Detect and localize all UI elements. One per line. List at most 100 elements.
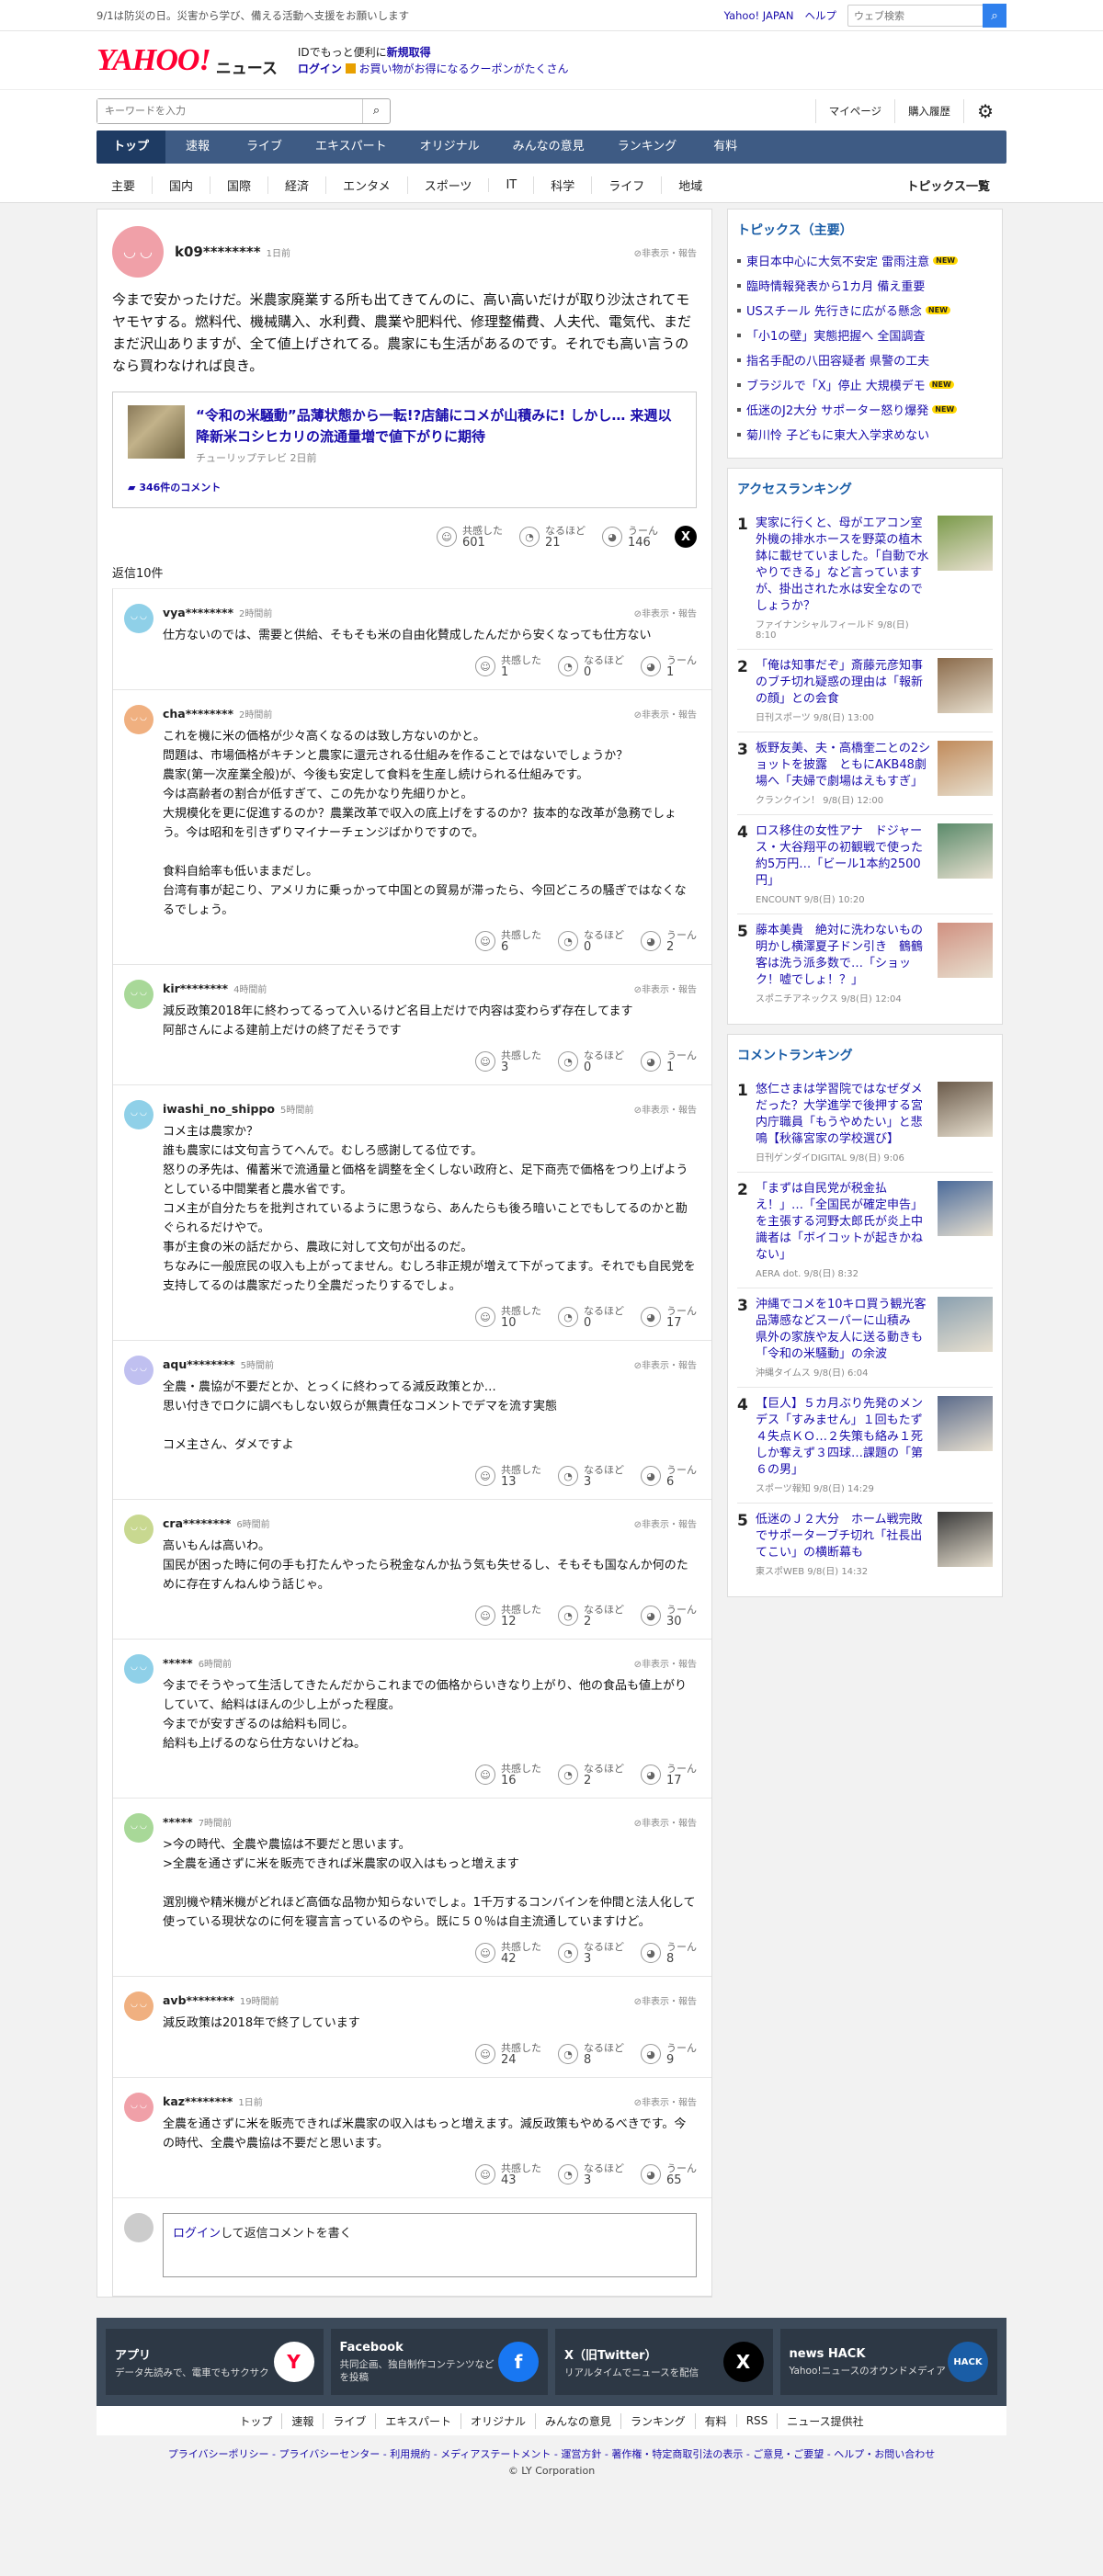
cnav-item[interactable]: スポーツ	[406, 176, 489, 194]
hide-report-link[interactable]: ⊘非表示・報告	[634, 1993, 697, 2007]
reply-user[interactable]: cra********	[163, 1516, 231, 1530]
signup-link[interactable]: 新規取得	[387, 46, 431, 59]
reply-user[interactable]: cha********	[163, 707, 233, 721]
uun-button[interactable]: ◕ うーん 8	[641, 1941, 697, 1965]
naruhodo-button[interactable]: ◔ なるほど 21	[519, 525, 586, 549]
footer-nav-item[interactable]: ライブ	[323, 2412, 375, 2429]
footer-nav-item[interactable]: ランキング	[620, 2412, 695, 2429]
gear-icon[interactable]: ⚙	[963, 98, 1006, 123]
kyokan-button[interactable]: ☺ 共感した 10	[475, 1305, 541, 1329]
footer-card[interactable]: X（旧Twitter） リアルタイムでニュースを配信 X	[555, 2329, 773, 2395]
rank-title[interactable]: 沖縄でコメを10キロ買う観光客 品薄感などスーパーに山積み 県外の家族や友人に送…	[756, 1297, 938, 1363]
footer-nav-item[interactable]: ニュース提供社	[777, 2412, 872, 2429]
footer-nav-item[interactable]: 有料	[694, 2412, 736, 2429]
purchase-history-link[interactable]: 購入履歴	[894, 98, 963, 123]
login-link[interactable]: ログイン	[298, 62, 342, 75]
gnav-item[interactable]: トップ	[97, 131, 166, 164]
footer-nav-item[interactable]: エキスパート	[375, 2412, 461, 2429]
web-search-button[interactable]: ⌕	[983, 4, 1006, 28]
rank-title[interactable]: 板野友美、夫・高橋奎二との2ショットを披露 ともにAKB48劇場へ「夫婦で劇場は…	[756, 741, 932, 790]
hide-report-link[interactable]: ⊘非表示・報告	[634, 982, 697, 995]
hide-report-link[interactable]: ⊘非表示・報告	[634, 1656, 697, 1670]
help-link[interactable]: ヘルプ	[805, 8, 837, 23]
topic-link[interactable]: 臨時情報発表から1カ月 備え重要	[737, 273, 993, 298]
cnav-item[interactable]: 経済	[267, 176, 325, 194]
hide-report-link[interactable]: ⊘非表示・報告	[634, 1357, 697, 1371]
ranking-item[interactable]: 3 板野友美、夫・高橋奎二との2ショットを披露 ともにAKB48劇場へ「夫婦で劇場…	[737, 732, 993, 815]
reply-user[interactable]: kaz********	[163, 2094, 233, 2108]
footer-card[interactable]: news HACK Yahoo!ニュースのオウンドメディア HACK	[779, 2329, 997, 2395]
naruhodo-button[interactable]: ◔ なるほど 3	[558, 1941, 624, 1965]
kyokan-button[interactable]: ☺ 共感した 12	[475, 1604, 541, 1628]
ranking-item[interactable]: 2 「俺は知事だぞ」斎藤元彦知事のブチ切れ疑惑の理由は「報新の顔」との会食 日刊スポ…	[737, 650, 993, 732]
uun-button[interactable]: ◕ うーん 1	[641, 1050, 697, 1073]
rank-title[interactable]: 「俺は知事だぞ」斎藤元彦知事のブチ切れ疑惑の理由は「報新の顔」との会食	[756, 658, 932, 708]
rank-title[interactable]: 「まずは自民党が税金払え！」…「全国民が確定申告」を主張する河野太郎氏が炎上中 …	[756, 1181, 935, 1264]
kyokan-button[interactable]: ☺ 共感した 6	[475, 929, 541, 953]
ranking-item[interactable]: 3 沖縄でコメを10キロ買う観光客 品薄感などスーパーに山積み 県外の家族や友人に…	[737, 1288, 993, 1388]
naruhodo-button[interactable]: ◔ なるほど 2	[558, 1604, 624, 1628]
gnav-item[interactable]: オリジナル	[404, 131, 496, 164]
reply-user[interactable]: *****	[163, 1815, 193, 1829]
search-icon[interactable]: ⌕	[362, 98, 390, 123]
cnav-item[interactable]: 主要	[97, 176, 152, 194]
gnav-item[interactable]: 速報	[165, 131, 230, 164]
cnav-item[interactable]: 国内	[152, 176, 210, 194]
footer-nav-item[interactable]: みんなの意見	[535, 2412, 620, 2429]
rank-title[interactable]: 低迷のＪ２大分 ホーム戦完敗でサポーターブチ切れ「社長出てこい」の横断幕も	[756, 1512, 932, 1561]
topic-link[interactable]: USスチール 先行きに広がる懸念 NEW	[737, 298, 993, 323]
naruhodo-button[interactable]: ◔ なるほど 0	[558, 929, 624, 953]
uun-button[interactable]: ◕ うーん 2	[641, 929, 697, 953]
naruhodo-button[interactable]: ◔ なるほど 0	[558, 1050, 624, 1073]
hide-report-link[interactable]: ⊘非表示・報告	[634, 2094, 697, 2108]
reply-user[interactable]: vya********	[163, 606, 233, 619]
login-link[interactable]: ログイン	[173, 2227, 221, 2241]
ranking-item[interactable]: 1 悠仁さまは学習院ではなぜダメだった？大学進学で後押する宮内庁職員「もうやめたい…	[737, 1073, 993, 1173]
reply-user[interactable]: iwashi_no_shippo	[163, 1102, 275, 1116]
naruhodo-button[interactable]: ◔ なるほど 8	[558, 2042, 624, 2066]
kyokan-button[interactable]: ☺ 共感した 601	[437, 525, 503, 549]
naruhodo-button[interactable]: ◔ なるほど 2	[558, 1763, 624, 1787]
reply-user[interactable]: kir********	[163, 982, 228, 995]
x-share-icon[interactable]: X	[675, 526, 697, 548]
cnav-item[interactable]: エンタメ	[325, 176, 407, 194]
kyokan-button[interactable]: ☺ 共感した 1	[475, 654, 541, 678]
web-search-input[interactable]	[847, 5, 984, 27]
cnav-item[interactable]: 地域	[661, 176, 719, 194]
reply-user[interactable]: aqu********	[163, 1357, 235, 1371]
comment-user[interactable]: k09********	[175, 244, 261, 260]
rank-title[interactable]: 悠仁さまは学習院ではなぜダメだった？大学進学で後押する宮内庁職員「もうやめたい」…	[756, 1082, 932, 1148]
cnav-item[interactable]: IT	[488, 177, 533, 192]
topic-link[interactable]: 菊川怜 子どもに東大入学求めない	[737, 422, 993, 447]
footer-nav-item[interactable]: トップ	[230, 2413, 281, 2429]
comment-count-link[interactable]: ▰ 346件のコメント	[128, 480, 681, 494]
topic-link[interactable]: ブラジルで「X」停止 大規模デモ NEW	[737, 372, 993, 397]
gnav-item[interactable]: エキスパート	[299, 131, 404, 164]
keyword-input[interactable]	[97, 98, 362, 123]
uun-button[interactable]: ◕ うーん 1	[641, 654, 697, 678]
naruhodo-button[interactable]: ◔ なるほど 3	[558, 1464, 624, 1488]
gnav-item[interactable]: ランキング	[601, 131, 694, 164]
hide-report-link[interactable]: ⊘非表示・報告	[634, 1516, 697, 1530]
announcement-link[interactable]: 9/1は防災の日。災害から学び、備える活動へ支援をお願いします	[97, 8, 409, 23]
ranking-item[interactable]: 4 ロス移住の女性アナ ドジャース・大谷翔平の初観戦で使った約5万円…「ビール1本…	[737, 815, 993, 914]
uun-button[interactable]: ◕ うーん 146	[602, 525, 658, 549]
rank-title[interactable]: 藤本美貴 絶対に洗わないもの明かし横澤夏子ドン引き 鶴鶴客は洗う派多数で…「ショ…	[756, 923, 932, 989]
gnav-item[interactable]: ライブ	[230, 131, 299, 164]
naruhodo-button[interactable]: ◔ なるほど 0	[558, 654, 624, 678]
kyokan-button[interactable]: ☺ 共感した 13	[475, 1464, 541, 1488]
reply-user[interactable]: avb********	[163, 1993, 234, 2007]
topic-link[interactable]: 「小1の壁」実態把握へ 全国調査	[737, 323, 993, 347]
hide-report-link[interactable]: ⊘非表示・報告	[634, 606, 697, 619]
legal-links[interactable]: プライバシーポリシー - プライバシーセンター - 利用規約 - メディアステー…	[0, 2435, 1103, 2465]
topic-link[interactable]: 指名手配の八田容疑者 県警の工夫	[737, 347, 993, 372]
footer-card[interactable]: Facebook 共同企画、独自制作コンテンツなどを投稿 f	[330, 2329, 548, 2395]
footer-nav-item[interactable]: 速報	[281, 2412, 323, 2429]
article-card[interactable]: “令和の米騒動”品薄状態から一転!?店舗にコメが山積みに! しかし… 来週以降新…	[112, 392, 697, 508]
uun-button[interactable]: ◕ うーん 9	[641, 2042, 697, 2066]
hide-report-link[interactable]: ⊘非表示・報告	[634, 1102, 697, 1116]
uun-button[interactable]: ◕ うーん 6	[641, 1464, 697, 1488]
kyokan-button[interactable]: ☺ 共感した 43	[475, 2162, 541, 2186]
rank-title[interactable]: ロス移住の女性アナ ドジャース・大谷翔平の初観戦で使った約5万円…「ビール1本約…	[756, 823, 932, 890]
hide-report-link[interactable]: ⊘非表示・報告	[634, 707, 697, 721]
